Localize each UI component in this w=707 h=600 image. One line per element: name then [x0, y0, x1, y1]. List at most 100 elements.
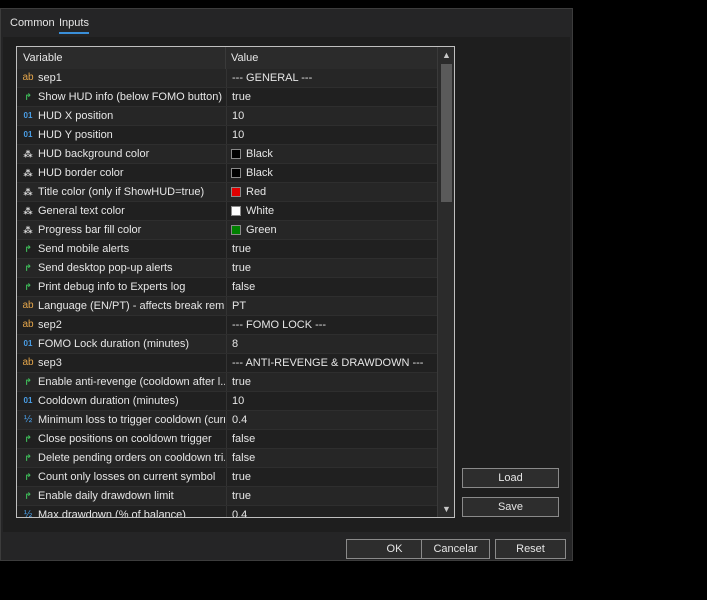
- value-cell[interactable]: 10: [226, 126, 437, 144]
- variable-name: sep2: [38, 319, 62, 331]
- reset-button[interactable]: Reset: [495, 539, 566, 559]
- table-row[interactable]: ↱ Enable daily drawdown limit true: [17, 487, 437, 506]
- variable-name: Show HUD info (below FOMO button): [38, 91, 223, 103]
- variable-cell[interactable]: ½ Max drawdown (% of balance): [17, 506, 225, 517]
- variable-cell[interactable]: 01 Cooldown duration (minutes): [17, 392, 225, 410]
- variable-name: Enable daily drawdown limit: [38, 490, 174, 502]
- color-swatch[interactable]: [231, 168, 241, 178]
- value-cell[interactable]: Black: [226, 145, 437, 163]
- variable-cell[interactable]: ab sep2: [17, 316, 225, 334]
- variable-cell[interactable]: ⁂ Title color (only if ShowHUD=true): [17, 183, 225, 201]
- vertical-scrollbar[interactable]: ▲ ▼: [437, 47, 454, 517]
- variable-cell[interactable]: 01 HUD X position: [17, 107, 225, 125]
- table-row[interactable]: 01 FOMO Lock duration (minutes) 8: [17, 335, 437, 354]
- string-type-icon: ab: [22, 300, 34, 311]
- cancel-button[interactable]: Cancelar: [421, 539, 490, 559]
- table-row[interactable]: 01 HUD X position 10: [17, 107, 437, 126]
- variable-cell[interactable]: ↱ Enable daily drawdown limit: [17, 487, 225, 505]
- value-cell[interactable]: 0.4: [226, 411, 437, 429]
- value-cell[interactable]: Green: [226, 221, 437, 239]
- table-row[interactable]: 01 HUD Y position 10: [17, 126, 437, 145]
- variable-cell[interactable]: ↱ Close positions on cooldown trigger: [17, 430, 225, 448]
- table-row[interactable]: 01 Cooldown duration (minutes) 10: [17, 392, 437, 411]
- table-row[interactable]: ab sep3 --- ANTI-REVENGE & DRAWDOWN ---: [17, 354, 437, 373]
- value-cell[interactable]: true: [226, 240, 437, 258]
- value-cell[interactable]: true: [226, 487, 437, 505]
- variable-cell[interactable]: ab sep3: [17, 354, 225, 372]
- table-row[interactable]: ↱ Show HUD info (below FOMO button) true: [17, 88, 437, 107]
- variable-cell[interactable]: ab Language (EN/PT) - affects break remi.…: [17, 297, 225, 315]
- value-cell[interactable]: Red: [226, 183, 437, 201]
- table-row[interactable]: ↱ Count only losses on current symbol true: [17, 468, 437, 487]
- value-cell[interactable]: --- FOMO LOCK ---: [226, 316, 437, 334]
- value-cell[interactable]: Black: [226, 164, 437, 182]
- value-cell[interactable]: --- GENERAL ---: [226, 69, 437, 87]
- column-header-variable[interactable]: Variable: [23, 52, 63, 64]
- variable-cell[interactable]: ↱ Send mobile alerts: [17, 240, 225, 258]
- value-cell[interactable]: true: [226, 373, 437, 391]
- variable-name: Language (EN/PT) - affects break remi...: [38, 300, 225, 312]
- color-swatch[interactable]: [231, 149, 241, 159]
- value-cell[interactable]: --- ANTI-REVENGE & DRAWDOWN ---: [226, 354, 437, 372]
- value-cell[interactable]: 8: [226, 335, 437, 353]
- column-divider[interactable]: [225, 47, 226, 69]
- value-cell[interactable]: 10: [226, 392, 437, 410]
- variable-cell[interactable]: 01 FOMO Lock duration (minutes): [17, 335, 225, 353]
- column-header-value[interactable]: Value: [231, 52, 258, 64]
- value-cell[interactable]: true: [226, 468, 437, 486]
- table-row[interactable]: ↱ Send desktop pop-up alerts true: [17, 259, 437, 278]
- value-cell[interactable]: false: [226, 430, 437, 448]
- tab-inputs[interactable]: Inputs: [59, 17, 89, 34]
- variable-cell[interactable]: ab sep1: [17, 69, 225, 87]
- load-button[interactable]: Load: [462, 468, 559, 488]
- table-row[interactable]: ↱ Send mobile alerts true: [17, 240, 437, 259]
- variable-cell[interactable]: ↱ Send desktop pop-up alerts: [17, 259, 225, 277]
- value-cell[interactable]: 0.4: [226, 506, 437, 517]
- tab-common[interactable]: Common: [10, 17, 55, 32]
- scroll-down-arrow-icon[interactable]: ▼: [438, 501, 454, 517]
- table-row[interactable]: ↱ Enable anti-revenge (cooldown after l..…: [17, 373, 437, 392]
- value-text: true: [232, 376, 251, 388]
- double-type-icon: ½: [23, 414, 33, 425]
- variable-cell[interactable]: ½ Minimum loss to trigger cooldown (curr.…: [17, 411, 225, 429]
- variable-cell[interactable]: ⁂ Progress bar fill color: [17, 221, 225, 239]
- table-row[interactable]: ab sep1 --- GENERAL ---: [17, 69, 437, 88]
- value-text: Red: [246, 186, 267, 198]
- table-row[interactable]: ↱ Delete pending orders on cooldown tri..…: [17, 449, 437, 468]
- scroll-up-arrow-icon[interactable]: ▲: [438, 47, 454, 63]
- table-row[interactable]: ⁂ HUD border color Black: [17, 164, 437, 183]
- scroll-thumb[interactable]: [441, 64, 452, 202]
- table-row[interactable]: ⁂ Title color (only if ShowHUD=true) Red: [17, 183, 437, 202]
- table-row[interactable]: ½ Minimum loss to trigger cooldown (curr.…: [17, 411, 437, 430]
- table-row[interactable]: ↱ Print debug info to Experts log false: [17, 278, 437, 297]
- variable-name: Title color (only if ShowHUD=true): [38, 186, 205, 198]
- value-text: White: [246, 205, 275, 217]
- value-cell[interactable]: White: [226, 202, 437, 220]
- variable-cell[interactable]: ⁂ General text color: [17, 202, 225, 220]
- value-cell[interactable]: true: [226, 259, 437, 277]
- value-cell[interactable]: false: [226, 449, 437, 467]
- table-row[interactable]: ⁂ General text color White: [17, 202, 437, 221]
- variable-cell[interactable]: ↱ Delete pending orders on cooldown tri..…: [17, 449, 225, 467]
- variable-cell[interactable]: 01 HUD Y position: [17, 126, 225, 144]
- table-row[interactable]: ½ Max drawdown (% of balance) 0.4: [17, 506, 437, 517]
- table-row[interactable]: ab Language (EN/PT) - affects break remi.…: [17, 297, 437, 316]
- table-row[interactable]: ab sep2 --- FOMO LOCK ---: [17, 316, 437, 335]
- color-swatch[interactable]: [231, 187, 241, 197]
- variable-cell[interactable]: ⁂ HUD border color: [17, 164, 225, 182]
- value-cell[interactable]: true: [226, 88, 437, 106]
- color-swatch[interactable]: [231, 225, 241, 235]
- value-cell[interactable]: 10: [226, 107, 437, 125]
- color-swatch[interactable]: [231, 206, 241, 216]
- table-row[interactable]: ⁂ HUD background color Black: [17, 145, 437, 164]
- table-row[interactable]: ⁂ Progress bar fill color Green: [17, 221, 437, 240]
- value-cell[interactable]: false: [226, 278, 437, 296]
- variable-cell[interactable]: ↱ Show HUD info (below FOMO button): [17, 88, 225, 106]
- save-button[interactable]: Save: [462, 497, 559, 517]
- variable-cell[interactable]: ↱ Enable anti-revenge (cooldown after l..…: [17, 373, 225, 391]
- value-cell[interactable]: PT: [226, 297, 437, 315]
- table-row[interactable]: ↱ Close positions on cooldown trigger fals…: [17, 430, 437, 449]
- variable-cell[interactable]: ↱ Print debug info to Experts log: [17, 278, 225, 296]
- variable-cell[interactable]: ⁂ HUD background color: [17, 145, 225, 163]
- variable-cell[interactable]: ↱ Count only losses on current symbol: [17, 468, 225, 486]
